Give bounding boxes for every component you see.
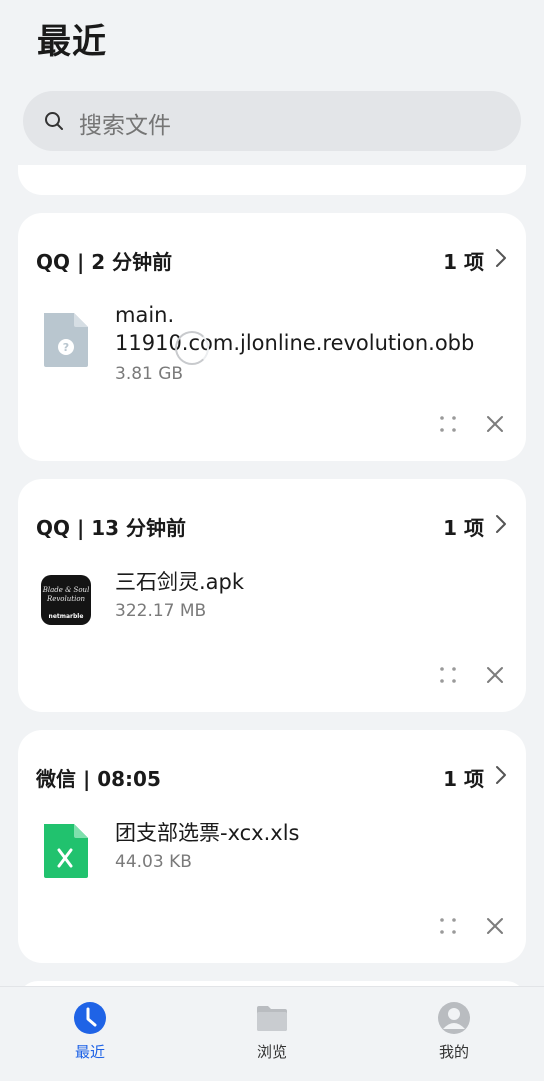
drag-handle-icon[interactable]: [438, 916, 458, 936]
recent-group-card: QQ | 2 分钟前 1 项 ? main. 11910.com.jlonlin…: [18, 213, 526, 461]
search-input[interactable]: 搜索文件: [79, 106, 171, 140]
recent-list[interactable]: QQ | 2 分钟前 1 项 ? main. 11910.com.jlonlin…: [0, 165, 544, 986]
file-size: 3.81 GB: [115, 364, 184, 384]
group-count[interactable]: 1 项: [443, 512, 484, 541]
chevron-right-icon[interactable]: [494, 513, 508, 535]
file-name[interactable]: 三石剑灵.apk: [115, 568, 495, 596]
nav-label: 我的: [438, 1043, 469, 1061]
drag-handle-icon[interactable]: [438, 414, 458, 434]
group-title: QQ | 13 分钟前: [36, 516, 187, 540]
page-title: 最近: [37, 22, 107, 62]
file-size: 322.17 MB: [115, 601, 207, 621]
group-title: QQ | 2 分钟前: [36, 250, 173, 274]
nav-item-recent[interactable]: 最近: [40, 1001, 140, 1062]
drag-handle-icon[interactable]: [438, 665, 458, 685]
app-apk-icon[interactable]: Blade & Soul Revolution netmarble: [40, 572, 92, 630]
profile-icon: [438, 1002, 470, 1034]
search-icon: [45, 112, 63, 130]
folder-icon: [257, 1006, 287, 1031]
nav-label: 浏览: [256, 1043, 287, 1061]
apk-icon-line2: Revolution: [46, 595, 86, 603]
recent-group-card: 微信 | 08:05 1 项 团支部选票-xcx.xls 44.03 KB: [18, 730, 526, 963]
bottom-nav: 最近 浏览 我的: [0, 986, 544, 1081]
nav-item-browse[interactable]: 浏览: [222, 1001, 322, 1062]
file-name[interactable]: 团支部选票-xcx.xls: [115, 819, 495, 847]
file-name[interactable]: main. 11910.com.jlonline.revolution.obb: [115, 301, 495, 357]
close-icon[interactable]: [485, 665, 505, 685]
close-icon[interactable]: [485, 916, 505, 936]
chevron-right-icon[interactable]: [494, 764, 508, 786]
excel-file-icon[interactable]: [40, 822, 92, 880]
group-count[interactable]: 1 项: [443, 246, 484, 275]
apk-icon-line1: Blade & Soul: [42, 586, 90, 594]
card-partial: [18, 165, 526, 195]
unknown-file-icon[interactable]: ?: [40, 311, 92, 369]
group-count[interactable]: 1 项: [443, 763, 484, 792]
close-icon[interactable]: [485, 414, 505, 434]
svg-text:?: ?: [63, 341, 69, 354]
apk-icon-brand: netmarble: [49, 613, 84, 620]
file-size: 44.03 KB: [115, 852, 192, 872]
chevron-right-icon[interactable]: [494, 247, 508, 269]
nav-item-mine[interactable]: 我的: [404, 1001, 504, 1062]
recent-group-card: QQ | 13 分钟前 1 项 Blade & Soul Revolution …: [18, 479, 526, 712]
group-title: 微信 | 08:05: [36, 767, 161, 791]
clock-icon: [74, 1002, 106, 1034]
loading-spinner-icon: [175, 331, 209, 365]
search-bar[interactable]: 搜索文件: [23, 91, 521, 151]
nav-label: 最近: [74, 1043, 105, 1061]
